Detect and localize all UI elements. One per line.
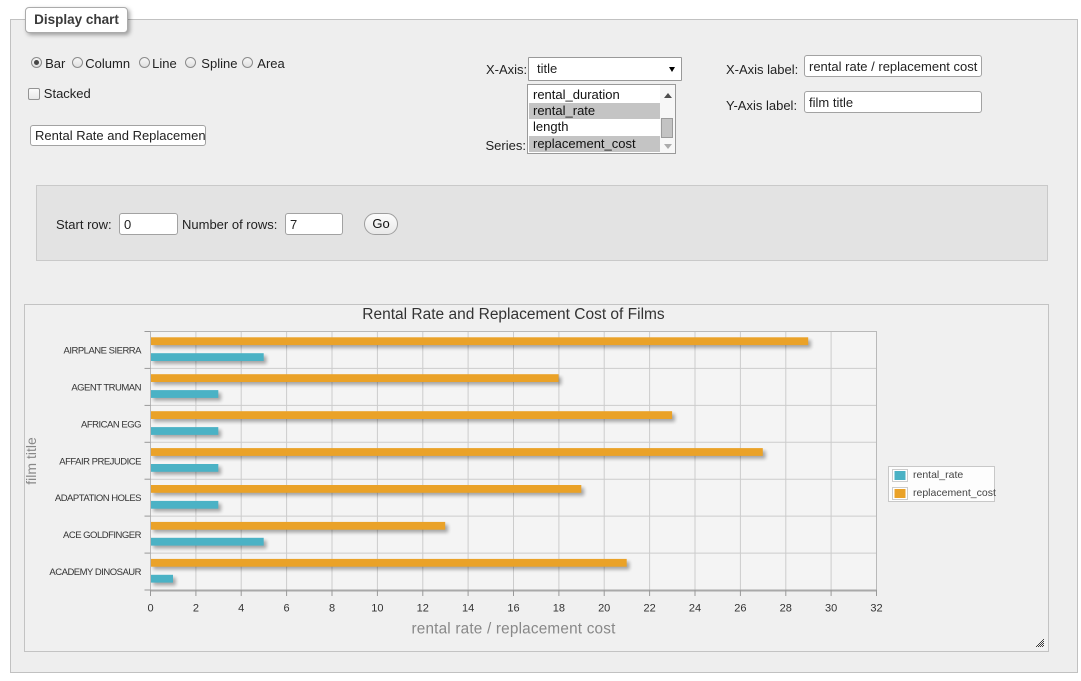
svg-text:rental rate / replacement cost: rental rate / replacement cost [411, 621, 616, 638]
svg-text:22: 22 [643, 602, 655, 614]
svg-text:14: 14 [462, 602, 474, 614]
svg-text:20: 20 [598, 602, 610, 614]
svg-text:24: 24 [689, 602, 701, 614]
svg-text:16: 16 [507, 602, 519, 614]
svg-text:18: 18 [553, 602, 565, 614]
svg-text:8: 8 [329, 602, 335, 614]
svg-text:film title: film title [25, 437, 39, 485]
svg-text:30: 30 [825, 602, 837, 614]
svg-text:AFFAIR PREJUDICE: AFFAIR PREJUDICE [59, 456, 141, 467]
svg-text:6: 6 [284, 602, 290, 614]
svg-text:4: 4 [238, 602, 244, 614]
svg-text:ACADEMY DINOSAUR: ACADEMY DINOSAUR [49, 567, 141, 578]
svg-text:AIRPLANE SIERRA: AIRPLANE SIERRA [64, 346, 143, 357]
svg-text:Rental Rate and Replacement Co: Rental Rate and Replacement Cost of Film… [362, 306, 665, 323]
svg-text:replacement_cost: replacement_cost [913, 487, 996, 499]
svg-text:10: 10 [371, 602, 383, 614]
svg-text:ADAPTATION HOLES: ADAPTATION HOLES [55, 493, 141, 504]
svg-text:26: 26 [734, 602, 746, 614]
svg-text:2: 2 [193, 602, 199, 614]
svg-text:0: 0 [147, 602, 153, 614]
svg-text:28: 28 [780, 602, 792, 614]
svg-text:AFRICAN EGG: AFRICAN EGG [81, 419, 141, 430]
svg-text:32: 32 [870, 602, 882, 614]
svg-text:rental_rate: rental_rate [913, 469, 963, 481]
svg-text:ACE GOLDFINGER: ACE GOLDFINGER [63, 530, 142, 541]
svg-text:12: 12 [417, 602, 429, 614]
svg-text:AGENT TRUMAN: AGENT TRUMAN [71, 382, 141, 393]
